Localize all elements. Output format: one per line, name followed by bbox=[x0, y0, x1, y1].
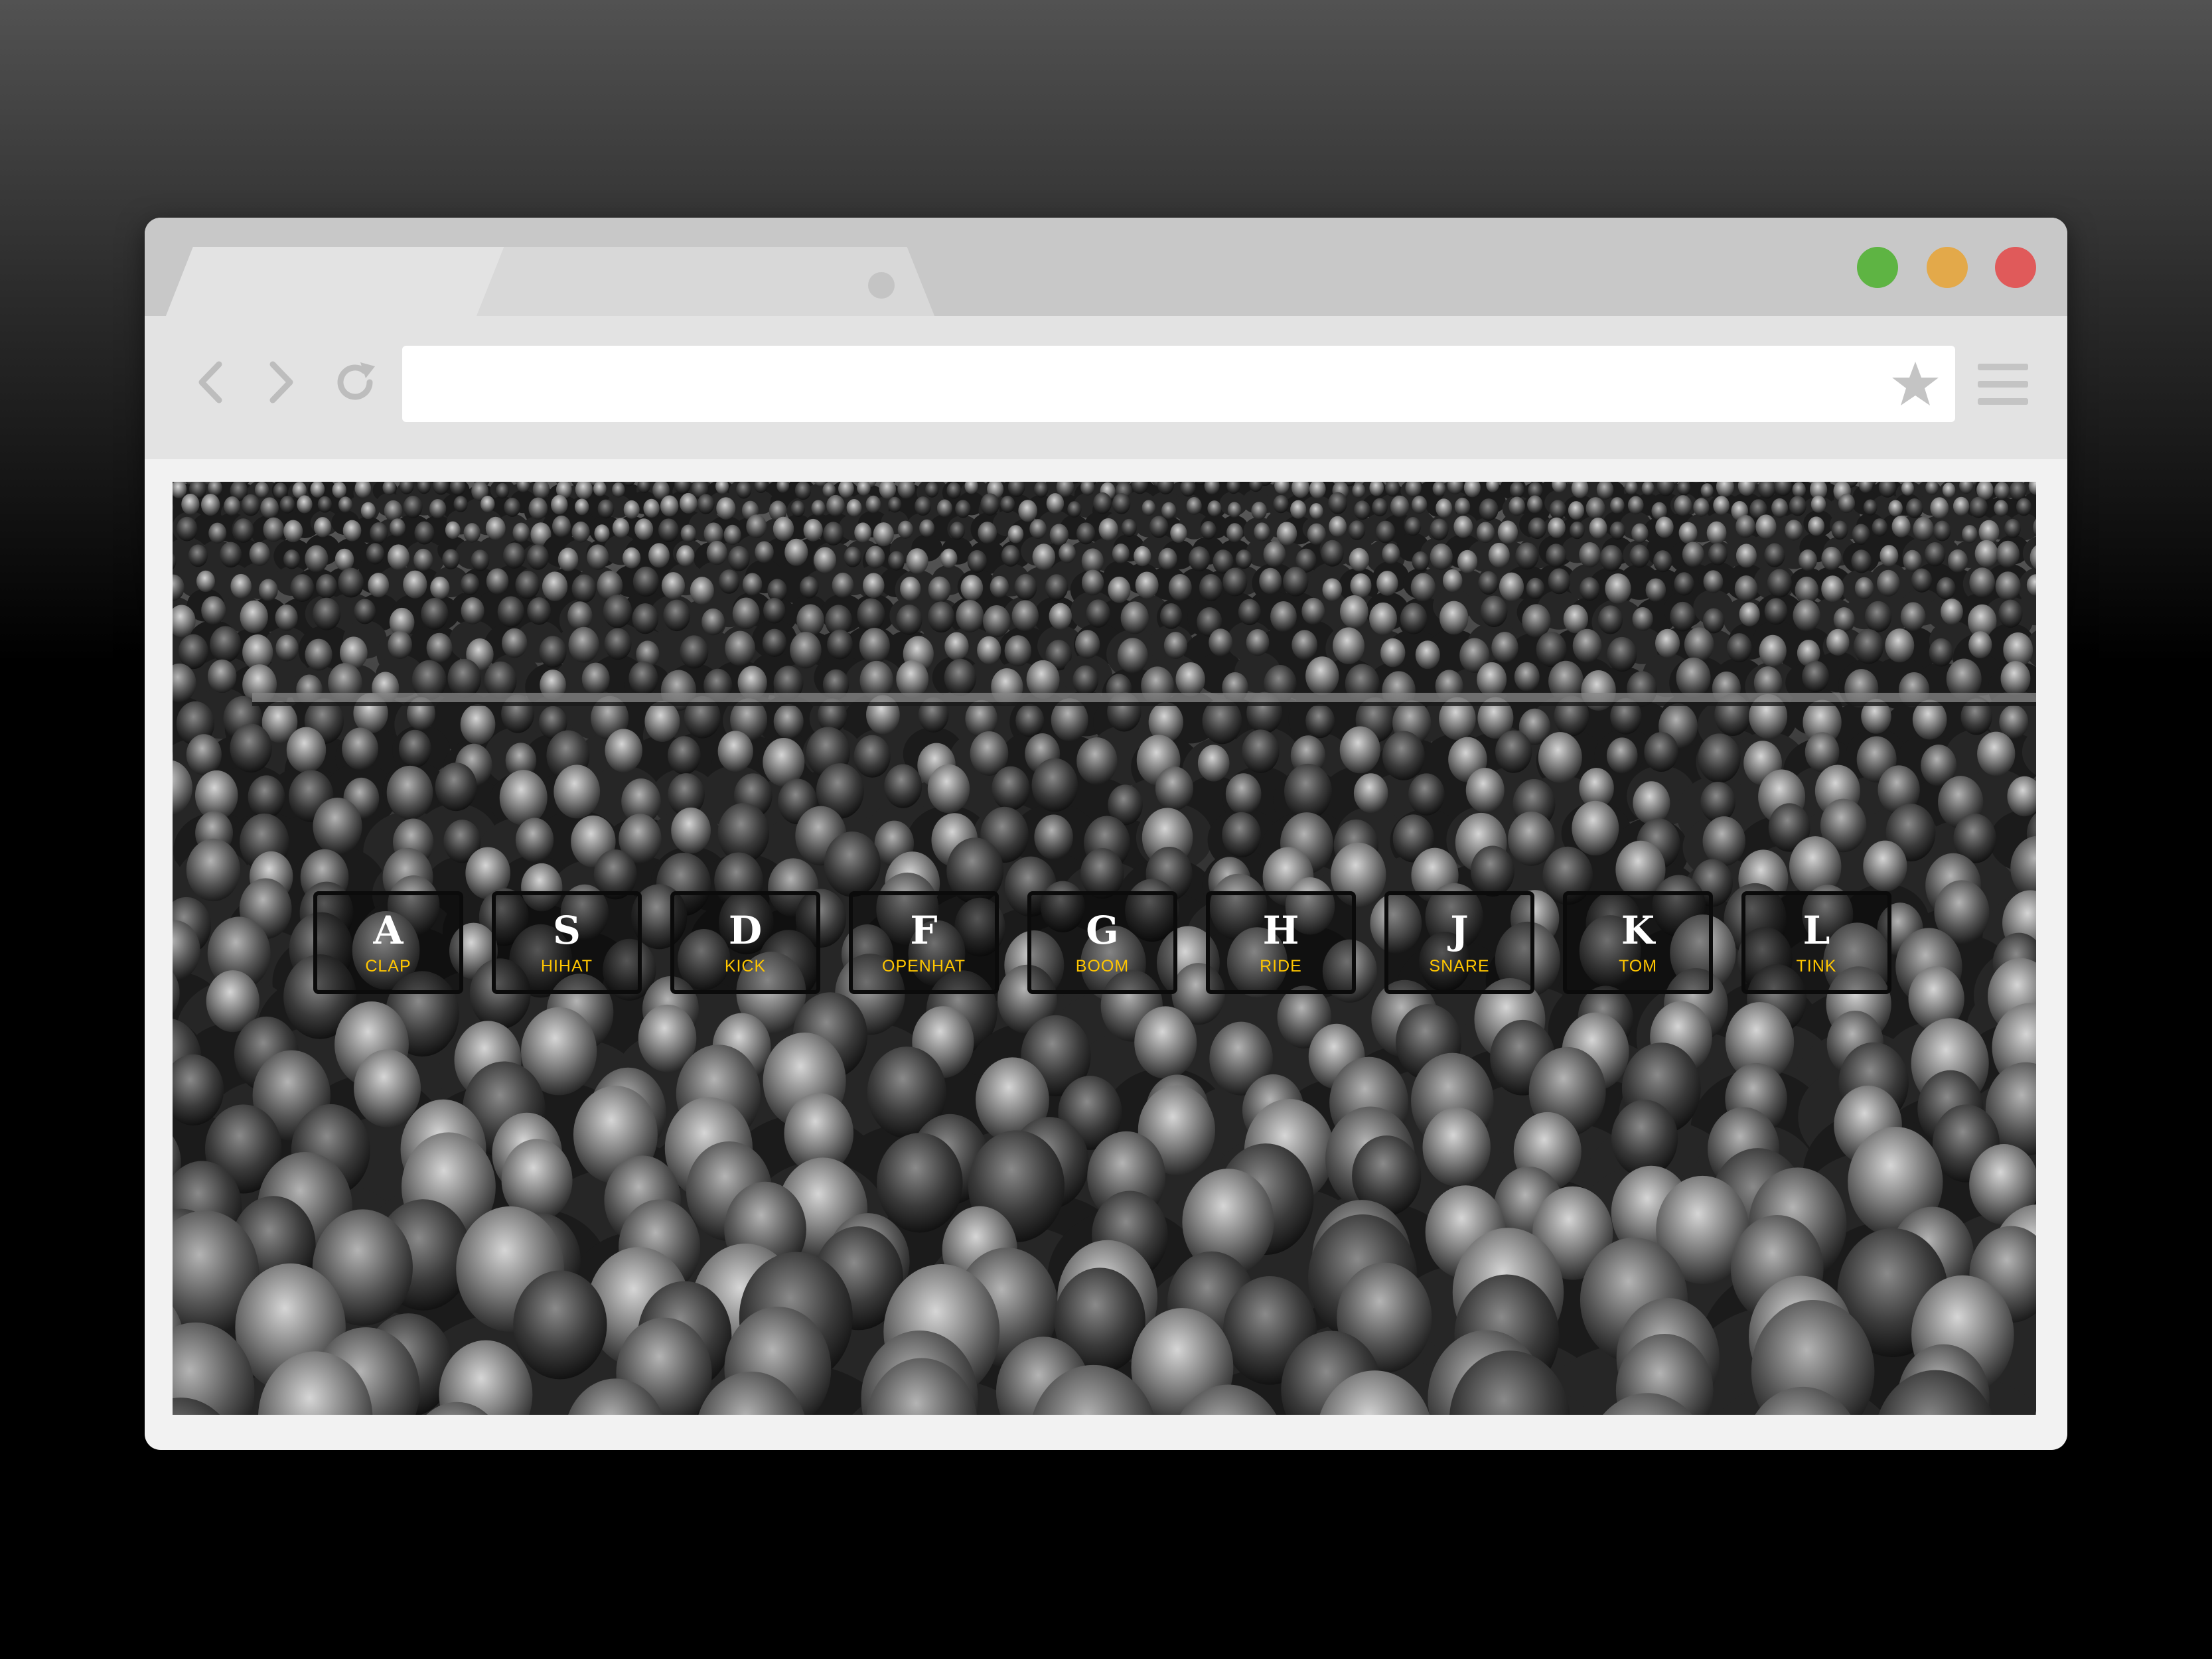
back-icon[interactable] bbox=[184, 356, 238, 409]
tab-inactive[interactable] bbox=[477, 247, 934, 316]
drum-key-g[interactable]: G BOOM bbox=[1027, 891, 1177, 994]
key-letter: D bbox=[728, 908, 763, 953]
reload-icon[interactable] bbox=[329, 356, 382, 409]
key-letter: K bbox=[1621, 908, 1655, 953]
key-letter: G bbox=[1086, 908, 1119, 953]
key-letter: J bbox=[1450, 908, 1469, 953]
drum-key-l[interactable]: L TINK bbox=[1741, 891, 1891, 994]
browser-toolbar bbox=[145, 316, 2067, 459]
drum-key-d[interactable]: D KICK bbox=[670, 891, 820, 994]
key-sound-label: SNARE bbox=[1429, 957, 1490, 975]
close-window-button[interactable] bbox=[1995, 247, 2036, 288]
key-sound-label: BOOM bbox=[1075, 957, 1130, 975]
key-sound-label: KICK bbox=[724, 957, 767, 975]
key-sound-label: OPENHAT bbox=[882, 957, 966, 975]
menu-icon[interactable] bbox=[1976, 361, 2029, 407]
maximize-button[interactable] bbox=[1857, 247, 1898, 288]
address-bar[interactable] bbox=[402, 346, 1955, 422]
key-sound-label: TOM bbox=[1618, 957, 1658, 975]
tab-strip bbox=[145, 218, 2067, 316]
drum-key-f[interactable]: F OPENHAT bbox=[849, 891, 999, 994]
key-sound-label: HIHAT bbox=[540, 957, 593, 975]
star-icon[interactable] bbox=[1890, 359, 1941, 409]
key-letter: S bbox=[553, 908, 581, 953]
drum-keys: A CLAP S HIHAT D KICK F OPENHAT G BOOM H RIDE J SNARE… bbox=[173, 482, 2036, 1415]
minimize-button[interactable] bbox=[1927, 247, 1968, 288]
drum-key-s[interactable]: S HIHAT bbox=[492, 891, 642, 994]
key-sound-label: CLAP bbox=[365, 957, 411, 975]
key-sound-label: TINK bbox=[1796, 957, 1837, 975]
drum-key-a[interactable]: A CLAP bbox=[313, 891, 463, 994]
browser-window: A CLAP S HIHAT D KICK F OPENHAT G BOOM H RIDE J SNARE… bbox=[145, 218, 2067, 1450]
drum-key-h[interactable]: H RIDE bbox=[1206, 891, 1356, 994]
tab-close-icon[interactable] bbox=[868, 272, 895, 299]
drum-key-k[interactable]: K TOM bbox=[1563, 891, 1713, 994]
page-viewport: A CLAP S HIHAT D KICK F OPENHAT G BOOM H RIDE J SNARE… bbox=[173, 482, 2036, 1415]
key-letter: F bbox=[910, 908, 938, 953]
key-letter: A bbox=[373, 908, 404, 953]
key-letter: L bbox=[1803, 908, 1830, 953]
key-sound-label: RIDE bbox=[1260, 957, 1302, 975]
key-letter: H bbox=[1262, 908, 1299, 953]
drum-key-j[interactable]: J SNARE bbox=[1384, 891, 1534, 994]
forward-icon[interactable] bbox=[254, 356, 307, 409]
